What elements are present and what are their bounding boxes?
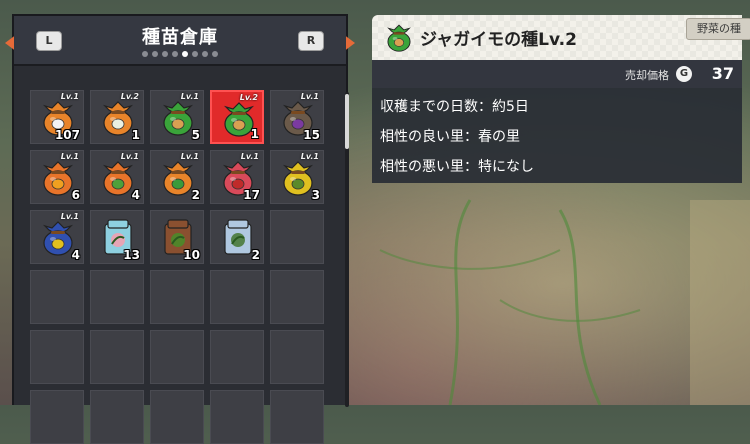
empty-slot[interactable]	[270, 210, 324, 264]
page-dot	[182, 51, 188, 57]
seed-quantity: 10	[183, 248, 200, 262]
grid-scrollbar[interactable]	[345, 92, 349, 407]
empty-slot[interactable]	[90, 270, 144, 324]
seed-quantity: 3	[311, 188, 320, 202]
page-dot	[172, 51, 178, 57]
page-dot	[142, 51, 148, 57]
seed-quantity: 4	[71, 248, 80, 262]
seed-slot[interactable]: Lv.1 4	[90, 150, 144, 204]
empty-slot[interactable]	[210, 330, 264, 384]
seed-quantity: 17	[243, 188, 260, 202]
empty-slot[interactable]	[90, 330, 144, 384]
empty-slot[interactable]	[150, 330, 204, 384]
page-dot	[162, 51, 168, 57]
seed-slot[interactable]: 2	[210, 210, 264, 264]
seed-level: Lv.1	[300, 152, 319, 161]
empty-slot[interactable]	[270, 330, 324, 384]
page-dot	[152, 51, 158, 57]
seed-level: Lv.1	[180, 92, 199, 101]
empty-slot[interactable]	[210, 390, 264, 444]
storage-header: L 種苗倉庫 R	[14, 16, 346, 66]
seed-quantity: 6	[71, 188, 80, 202]
seed-level: Lv.1	[60, 212, 79, 221]
scrollbar-thumb[interactable]	[345, 94, 349, 149]
seed-slot[interactable]: Lv.1 2	[150, 150, 204, 204]
seed-slot[interactable]: Lv.1 6	[30, 150, 84, 204]
seed-slot[interactable]: Lv.1 5	[150, 90, 204, 144]
seed-storage-panel: L 種苗倉庫 R Lv.1 107 Lv.2 1 Lv.1 5 Lv.2 1 L…	[5, 14, 355, 444]
seed-bag-icon	[387, 24, 411, 52]
seed-level: Lv.1	[240, 152, 259, 161]
bad-village-text: 相性の悪い里：特になし	[380, 159, 534, 175]
page-indicator	[14, 51, 346, 59]
empty-slot[interactable]	[30, 270, 84, 324]
seed-slot[interactable]: Lv.1 107	[30, 90, 84, 144]
item-detail-panel: ジャガイモの種Lv.2 野菜の種 売却価格 G 37 収穫までの日数：約5日 相…	[372, 15, 750, 183]
seed-slot[interactable]: Lv.2 1	[210, 90, 264, 144]
empty-slot[interactable]	[210, 270, 264, 324]
seed-slot[interactable]: 10	[150, 210, 204, 264]
seed-slot[interactable]: Lv.1 4	[30, 210, 84, 264]
seed-level: Lv.2	[239, 93, 258, 102]
seed-quantity: 2	[251, 248, 260, 262]
seed-slot[interactable]: Lv.1 15	[270, 90, 324, 144]
empty-slot[interactable]	[150, 270, 204, 324]
sell-price-value: 37	[711, 64, 734, 83]
empty-slot[interactable]	[30, 390, 84, 444]
page-dot	[212, 51, 218, 57]
seed-level: Lv.1	[60, 92, 79, 101]
seed-quantity: 13	[123, 248, 140, 262]
seed-level: Lv.2	[120, 92, 139, 101]
page-dot	[192, 51, 198, 57]
good-village-text: 相性の良い里：春の里	[380, 129, 520, 145]
harvest-days-text: 収穫までの日数：約5日	[380, 99, 529, 115]
empty-slot[interactable]	[90, 390, 144, 444]
item-name: ジャガイモの種Lv.2	[420, 30, 577, 50]
empty-slot[interactable]	[150, 390, 204, 444]
seed-quantity: 2	[191, 188, 200, 202]
page-dot	[202, 51, 208, 57]
sell-price-label: 売却価格	[625, 69, 669, 82]
storage-title: 種苗倉庫	[142, 27, 218, 48]
seed-level: Lv.1	[120, 152, 139, 161]
seed-quantity: 1	[250, 127, 259, 141]
seed-slot[interactable]: Lv.2 1	[90, 90, 144, 144]
seed-slot[interactable]: Lv.1 3	[270, 150, 324, 204]
seed-slot[interactable]: Lv.1 17	[210, 150, 264, 204]
seed-slot[interactable]: 13	[90, 210, 144, 264]
category-tag: 野菜の種	[686, 18, 750, 40]
r-button[interactable]: R	[298, 31, 324, 51]
seed-level: Lv.1	[300, 92, 319, 101]
empty-slot[interactable]	[30, 330, 84, 384]
sell-price-row: 売却価格 G 37	[372, 60, 742, 88]
seed-quantity: 107	[54, 128, 80, 142]
seed-level: Lv.1	[60, 152, 79, 161]
gold-coin-icon: G	[676, 66, 692, 82]
empty-slot[interactable]	[270, 390, 324, 444]
seed-quantity: 15	[303, 128, 320, 142]
empty-slot[interactable]	[270, 270, 324, 324]
seed-level: Lv.1	[180, 152, 199, 161]
seed-quantity: 4	[131, 188, 140, 202]
seed-quantity: 5	[191, 128, 200, 142]
item-info-box: 収穫までの日数：約5日 相性の良い里：春の里 相性の悪い里：特になし	[372, 88, 742, 183]
seed-quantity: 1	[131, 128, 140, 142]
